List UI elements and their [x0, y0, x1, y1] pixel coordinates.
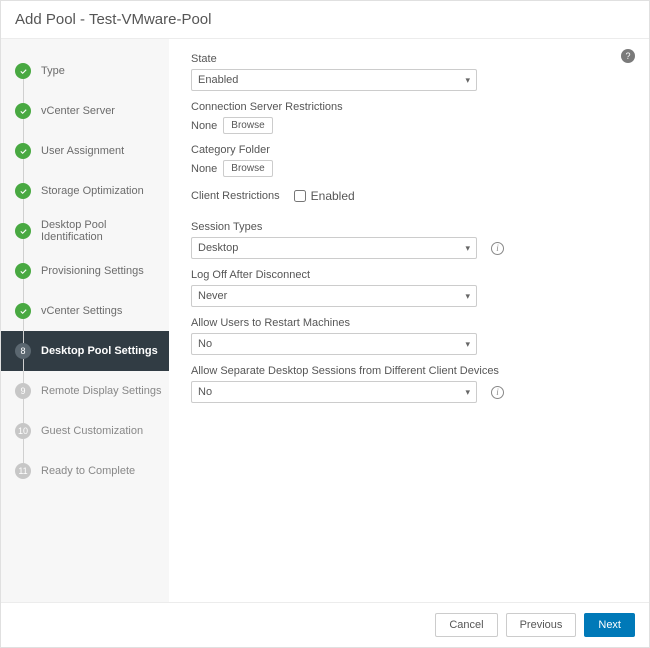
step-connector: [23, 279, 24, 303]
dialog-footer: Cancel Previous Next: [1, 602, 649, 647]
wizard-step-label: Storage Optimization: [41, 185, 144, 197]
state-value: Enabled: [198, 74, 238, 86]
step-connector: [23, 359, 24, 383]
separate-sessions-select[interactable]: No ▾: [191, 381, 477, 403]
wizard-step[interactable]: 8 Desktop Pool Settings: [1, 331, 169, 371]
dialog-body: Type vCenter Server User Assignment Storage…: [1, 39, 649, 602]
step-connector: [23, 399, 24, 423]
add-pool-dialog: Add Pool - Test-VMware-Pool Type vCenter …: [0, 0, 650, 648]
help-icon[interactable]: ?: [621, 49, 635, 63]
logoff-value: Never: [198, 290, 227, 302]
wizard-step[interactable]: User Assignment: [1, 131, 169, 171]
restart-label: Allow Users to Restart Machines: [191, 317, 627, 329]
wizard-sidebar: Type vCenter Server User Assignment Storage…: [1, 39, 169, 602]
check-icon: [15, 303, 31, 319]
state-select[interactable]: Enabled ▾: [191, 69, 477, 91]
csr-browse-button[interactable]: Browse: [223, 117, 272, 134]
category-browse-button[interactable]: Browse: [223, 160, 272, 177]
restart-select[interactable]: No ▾: [191, 333, 477, 355]
step-number-icon: 10: [15, 423, 31, 439]
category-folder-value: None: [191, 163, 217, 175]
chevron-down-icon: ▾: [465, 243, 470, 254]
check-icon: [15, 103, 31, 119]
category-folder-label: Category Folder: [191, 144, 627, 156]
state-label: State: [191, 53, 627, 65]
logoff-select[interactable]: Never ▾: [191, 285, 477, 307]
wizard-step-label: vCenter Settings: [41, 305, 122, 317]
wizard-step[interactable]: 9 Remote Display Settings: [1, 371, 169, 411]
chevron-down-icon: ▾: [465, 291, 470, 302]
previous-button[interactable]: Previous: [506, 613, 577, 637]
wizard-step[interactable]: vCenter Settings: [1, 291, 169, 331]
wizard-step-label: Desktop Pool Settings: [41, 345, 158, 357]
session-types-label: Session Types: [191, 221, 627, 233]
wizard-step-label: Ready to Complete: [41, 465, 135, 477]
wizard-step-label: vCenter Server: [41, 105, 115, 117]
step-connector: [23, 119, 24, 143]
session-types-select[interactable]: Desktop ▾: [191, 237, 477, 259]
client-restrictions-cb-label: Enabled: [311, 189, 355, 203]
form-panel: ? State Enabled ▾ Connection Server Rest…: [169, 39, 649, 602]
step-connector: [23, 239, 24, 263]
wizard-step[interactable]: Storage Optimization: [1, 171, 169, 211]
step-number-icon: 9: [15, 383, 31, 399]
info-icon[interactable]: i: [491, 242, 504, 255]
info-icon[interactable]: i: [491, 386, 504, 399]
step-connector: [23, 319, 24, 343]
wizard-step-label: Remote Display Settings: [41, 385, 161, 397]
separate-sessions-value: No: [198, 386, 212, 398]
separate-sessions-label: Allow Separate Desktop Sessions from Dif…: [191, 365, 627, 377]
csr-label: Connection Server Restrictions: [191, 101, 627, 113]
wizard-step-label: Guest Customization: [41, 425, 143, 437]
wizard-step-label: User Assignment: [41, 145, 124, 157]
chevron-down-icon: ▾: [465, 339, 470, 350]
check-icon: [15, 63, 31, 79]
check-icon: [15, 263, 31, 279]
wizard-step-label: Provisioning Settings: [41, 265, 144, 277]
step-connector: [23, 199, 24, 223]
client-restrictions-checkbox-wrap[interactable]: Enabled: [294, 189, 355, 203]
client-restrictions-label: Client Restrictions: [191, 190, 280, 202]
check-icon: [15, 143, 31, 159]
step-connector: [23, 439, 24, 463]
step-connector: [23, 79, 24, 103]
wizard-step[interactable]: Provisioning Settings: [1, 251, 169, 291]
logoff-label: Log Off After Disconnect: [191, 269, 627, 281]
step-number-icon: 11: [15, 463, 31, 479]
chevron-down-icon: ▾: [465, 75, 470, 86]
session-types-value: Desktop: [198, 242, 238, 254]
step-number-icon: 8: [15, 343, 31, 359]
wizard-step-label: Type: [41, 65, 65, 77]
wizard-step-label: Desktop Pool Identification: [41, 219, 169, 243]
step-connector: [23, 159, 24, 183]
chevron-down-icon: ▾: [465, 387, 470, 398]
next-button[interactable]: Next: [584, 613, 635, 637]
wizard-step[interactable]: 11 Ready to Complete: [1, 451, 169, 491]
wizard-step[interactable]: vCenter Server: [1, 91, 169, 131]
dialog-title: Add Pool - Test-VMware-Pool: [1, 1, 649, 39]
wizard-step[interactable]: Type: [1, 51, 169, 91]
client-restrictions-checkbox[interactable]: [294, 190, 306, 202]
check-icon: [15, 223, 31, 239]
wizard-step[interactable]: Desktop Pool Identification: [1, 211, 169, 251]
cancel-button[interactable]: Cancel: [435, 613, 497, 637]
restart-value: No: [198, 338, 212, 350]
csr-value: None: [191, 120, 217, 132]
check-icon: [15, 183, 31, 199]
wizard-step[interactable]: 10 Guest Customization: [1, 411, 169, 451]
